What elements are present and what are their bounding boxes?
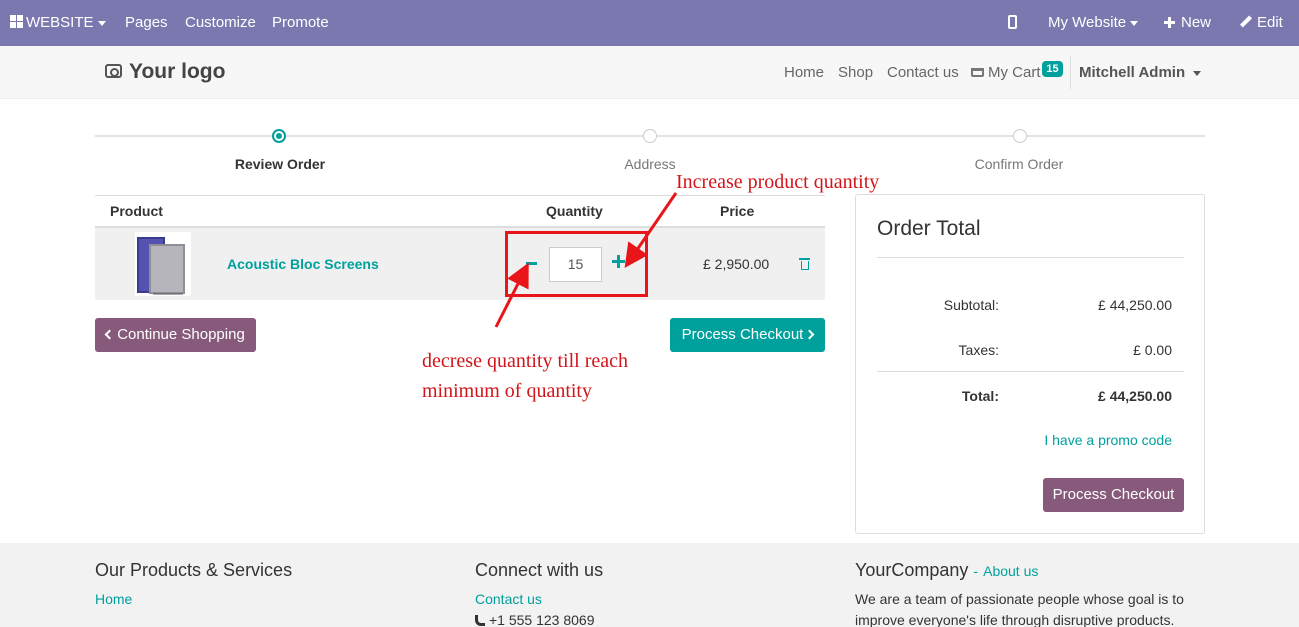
footer-company-text-line2: improve everyone's life through disrupti… [855,612,1175,627]
phone-icon [475,615,485,626]
footer-phone-number: +1 555 123 8069 [489,612,595,627]
footer-company-name: YourCompany [855,560,969,580]
footer-company-text-line1: We are a team of passionate people whose… [855,591,1184,607]
footer-about-link[interactable]: About us [983,563,1038,579]
arrow-to-increase [624,192,678,268]
footer-connect-title: Connect with us [475,560,604,580]
footer-phone: +1 555 123 8069 [475,612,595,627]
arrow-to-decrease [494,262,529,328]
site-footer: Our Products & Services Home Connect wit… [0,543,1299,627]
footer-products-title: Our Products & Services [95,560,293,580]
annotation-arrows [494,192,678,328]
footer-company-title: YourCompany - About us [855,560,1038,581]
footer-home-link[interactable]: Home [95,591,132,607]
footer-separator: - [973,563,979,579]
footer-contact-link[interactable]: Contact us [475,591,542,607]
